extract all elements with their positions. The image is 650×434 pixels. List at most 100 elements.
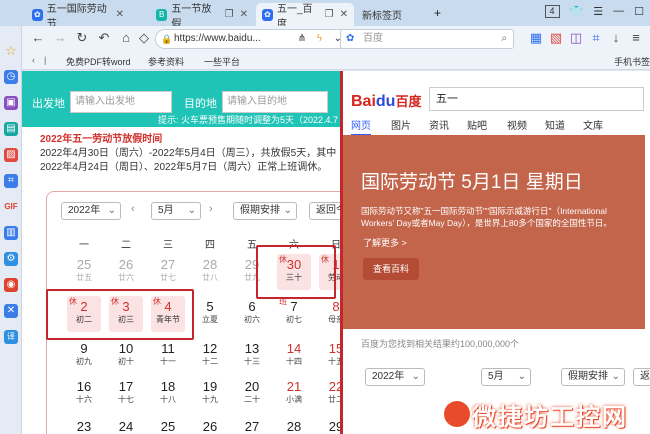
- calendar-day[interactable]: 17 十七: [109, 376, 143, 412]
- link-icon[interactable]: ✕: [4, 304, 18, 318]
- chevron-left-icon[interactable]: ‹: [32, 55, 35, 65]
- clock-icon[interactable]: ◷: [4, 70, 18, 84]
- calendar-day[interactable]: 13 十三: [235, 338, 269, 374]
- share-icon[interactable]: ⋔: [298, 30, 306, 48]
- search-input[interactable]: ✿ 百度 ⌕: [340, 29, 514, 49]
- today-button[interactable]: 返回今: [633, 368, 650, 386]
- shirt-icon[interactable]: 👕: [570, 5, 584, 18]
- calendar-day[interactable]: 27: [235, 416, 269, 434]
- apps-icon[interactable]: ▦: [528, 30, 544, 46]
- bookmark-mobile[interactable]: 手机书签: [614, 55, 650, 68]
- back-icon[interactable]: ←: [30, 30, 46, 46]
- today-button[interactable]: 返回今: [309, 202, 340, 220]
- new-tab-button[interactable]: +: [434, 6, 441, 20]
- lightning-icon[interactable]: ϟ: [317, 30, 322, 48]
- maximize-icon[interactable]: ☐: [634, 5, 644, 18]
- translate-icon[interactable]: 译: [4, 330, 18, 344]
- tab-labor-day[interactable]: ✿ 五一国际劳动节 ✕: [26, 3, 130, 30]
- calendar-day[interactable]: 19 十九: [193, 376, 227, 412]
- baidu-tab[interactable]: 图片: [391, 117, 411, 132]
- calendar-day[interactable]: 12 十二: [193, 338, 227, 374]
- star-icon[interactable]: ☆: [4, 44, 18, 58]
- month-select[interactable]: 5月 ⌄: [151, 202, 201, 220]
- view-encyclopedia-button[interactable]: 查看百科: [363, 258, 419, 280]
- baidu-tab[interactable]: 贴吧: [467, 117, 487, 132]
- baidu-tab[interactable]: 文库: [583, 117, 603, 132]
- refresh-icon[interactable]: ↻: [74, 30, 90, 46]
- calendar-day[interactable]: 5 立夏: [193, 296, 227, 332]
- close-icon[interactable]: ✕: [240, 9, 248, 20]
- calendar-day[interactable]: 21 小满: [277, 376, 311, 412]
- close-icon[interactable]: ✕: [340, 9, 348, 20]
- baidu-tab[interactable]: 视频: [507, 117, 527, 132]
- sticker-icon[interactable]: ▣: [4, 96, 18, 110]
- calendar-day[interactable]: 22廿二: [319, 376, 340, 412]
- year-select[interactable]: 2022年 ⌄: [365, 368, 425, 386]
- calendar-day[interactable]: 28: [277, 416, 311, 434]
- shield-icon[interactable]: ◇: [136, 30, 152, 46]
- tab-new[interactable]: 新标签页: [356, 3, 430, 26]
- minimize-icon[interactable]: —: [613, 5, 624, 18]
- forward-icon[interactable]: →: [52, 30, 68, 46]
- calendar-day[interactable]: 班 7 初七: [277, 296, 311, 332]
- chevron-left-icon[interactable]: ‹: [131, 203, 135, 215]
- calendar-day[interactable]: 20 二十: [235, 376, 269, 412]
- calendar-day[interactable]: 29: [319, 416, 340, 434]
- close-icon[interactable]: ✕: [116, 9, 124, 20]
- menu-icon[interactable]: ≡: [628, 30, 644, 46]
- calendar-day[interactable]: 26 廿六: [109, 254, 143, 290]
- holiday-select[interactable]: 假期安排 ⌄: [561, 368, 625, 386]
- calendar-day[interactable]: 14 十四: [277, 338, 311, 374]
- left-sidebar: ☆ ◷ ▣ ▤ ▨ ⌗ GIF ▥ ⚙ ◉ ✕ 译: [0, 26, 22, 434]
- pdf-icon[interactable]: ▧: [548, 30, 564, 46]
- download-icon[interactable]: ↓: [608, 30, 624, 46]
- calendar-day[interactable]: 6 初六: [235, 296, 269, 332]
- gif-icon[interactable]: GIF: [4, 200, 18, 214]
- calendar-day[interactable]: 9 初九: [67, 338, 101, 374]
- calendar-day[interactable]: 25: [151, 416, 185, 434]
- baidu-tab[interactable]: 资讯: [429, 117, 449, 132]
- crop-icon[interactable]: ⌗: [4, 174, 18, 188]
- holiday-select[interactable]: 假期安排 ⌄: [233, 202, 297, 220]
- year-select[interactable]: 2022年 ⌄: [61, 202, 121, 220]
- gear-icon[interactable]: ⚙: [4, 252, 18, 266]
- url-input[interactable]: 🔒 https://www.baidu... ⋔ ϟ ⌄: [155, 29, 351, 49]
- calendar-day[interactable]: 28 廿八: [193, 254, 227, 290]
- calendar-day[interactable]: 26: [193, 416, 227, 434]
- home-icon[interactable]: ⌂: [118, 30, 134, 46]
- shirt-icon[interactable]: ◫: [568, 30, 584, 46]
- calendar-day[interactable]: 11 十一: [151, 338, 185, 374]
- calendar-day[interactable]: 8母亲: [319, 296, 340, 332]
- month-select[interactable]: 5月 ⌄: [481, 368, 531, 386]
- tab-holiday[interactable]: B 五一节放假 ❐ ✕: [150, 3, 254, 30]
- bookmark-pdf[interactable]: 免费PDF转word: [66, 55, 131, 68]
- tab-baidu[interactable]: ✿ 五一_百度 ❐ ✕: [256, 3, 354, 30]
- calendar-day[interactable]: 18 十八: [151, 376, 185, 412]
- crop-icon[interactable]: ⌗: [588, 30, 604, 46]
- calendar-day[interactable]: 10 初十: [109, 338, 143, 374]
- baidu-tab[interactable]: 知道: [545, 117, 565, 132]
- tab-count[interactable]: 4: [544, 5, 560, 18]
- calendar-day[interactable]: 23: [67, 416, 101, 434]
- search-icon[interactable]: ⌕: [501, 30, 507, 48]
- calendar-day[interactable]: 15十五: [319, 338, 340, 374]
- chevron-right-icon[interactable]: ›: [209, 203, 213, 215]
- dest-input[interactable]: 请输入目的地: [222, 91, 328, 113]
- image-icon[interactable]: ▨: [4, 148, 18, 162]
- book-icon[interactable]: ▤: [4, 122, 18, 136]
- calendar-day[interactable]: 24: [109, 416, 143, 434]
- undo-icon[interactable]: ↶: [96, 30, 112, 46]
- weibo-icon[interactable]: ◉: [4, 278, 18, 292]
- calendar-day[interactable]: 25 廿五: [67, 254, 101, 290]
- menu-icon[interactable]: ☰: [593, 5, 603, 18]
- bookmark-platforms[interactable]: 一些平台: [204, 55, 240, 68]
- learn-more-link[interactable]: 了解更多 >: [363, 236, 407, 249]
- document-icon[interactable]: ▥: [4, 226, 18, 240]
- calendar-day[interactable]: 16 十六: [67, 376, 101, 412]
- depart-input[interactable]: 请输入出发地: [70, 91, 172, 113]
- baidu-tab[interactable]: 网页: [351, 117, 371, 136]
- baidu-search-input[interactable]: 五一: [429, 87, 644, 111]
- calendar-day[interactable]: 27 廿七: [151, 254, 185, 290]
- baidu-logo[interactable]: Baidu百度: [351, 91, 421, 111]
- bookmark-references[interactable]: 参考资料: [148, 55, 184, 68]
